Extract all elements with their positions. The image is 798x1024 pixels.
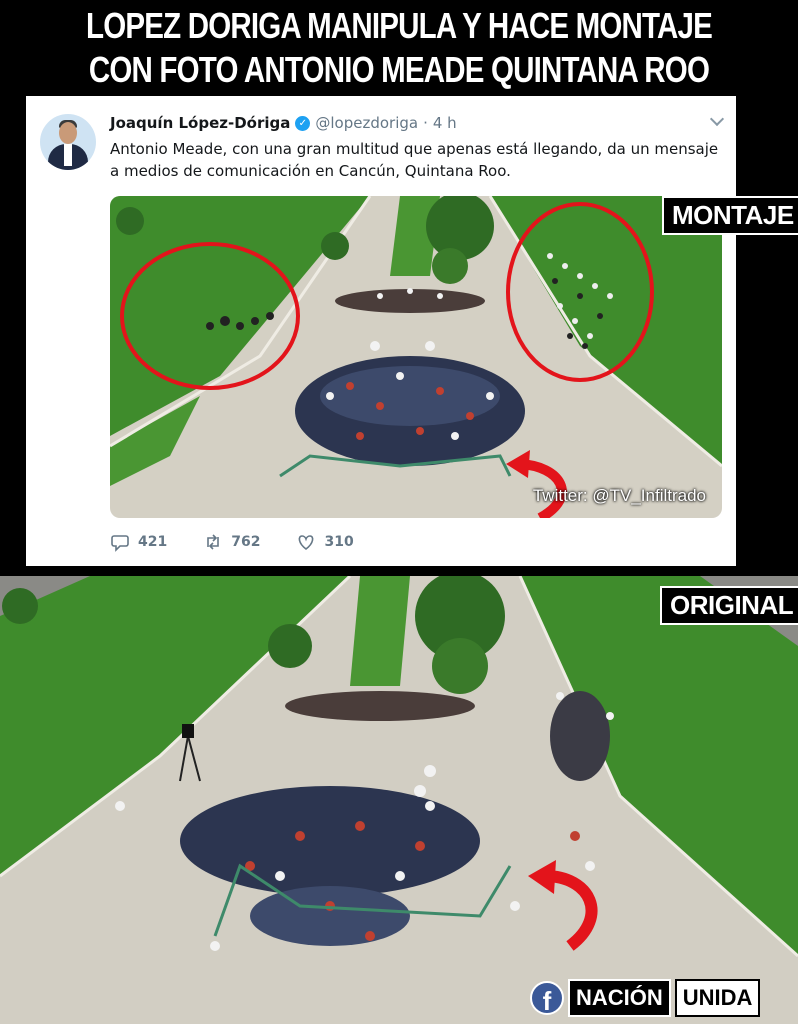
- reply-icon: [111, 535, 129, 552]
- avatar[interactable]: [40, 114, 96, 170]
- like-count: 310: [324, 534, 354, 550]
- original-photo-image: [0, 576, 798, 1024]
- tweet-text: Antonio Meade, con una gran multitud que…: [110, 140, 719, 180]
- author-name[interactable]: Joaquín López-Dóriga: [110, 114, 290, 132]
- separator-dot: ·: [423, 114, 428, 132]
- nacion-unida-logo: f NACIÓN UNIDA: [530, 979, 761, 1017]
- tweet-photo[interactable]: Twitter: @TV_Infiltrado: [110, 196, 722, 518]
- facebook-icon: f: [530, 981, 564, 1016]
- brand-part-1: NACIÓN: [568, 979, 671, 1017]
- original-photo[interactable]: [0, 576, 798, 1024]
- verified-badge-icon: ✓: [295, 115, 311, 131]
- brand-part-2: UNIDA: [674, 979, 761, 1017]
- chevron-down-icon[interactable]: [709, 111, 725, 127]
- retweet-count: 762: [231, 534, 261, 550]
- tweet-header: Joaquín López-Dóriga ✓ @lopezdoriga · 4 …: [110, 112, 457, 134]
- author-handle[interactable]: @lopezdoriga: [315, 114, 418, 132]
- retweet-action[interactable]: 762: [203, 532, 260, 552]
- headline-line-1: LOPEZ DORIGA MANIPULA Y HACE MONTAJE: [86, 5, 713, 46]
- tweet-actions: 421 762 310: [110, 532, 354, 552]
- tweet-card: Joaquín López-Dóriga ✓ @lopezdoriga · 4 …: [26, 96, 736, 566]
- headline-banner: LOPEZ DORIGA MANIPULA Y HACE MONTAJE CON…: [0, 0, 798, 96]
- photo-watermark: Twitter: @TV_Infiltrado: [532, 486, 706, 505]
- headline-line-2: CON FOTO ANTONIO MEADE QUINTANA ROO: [88, 49, 710, 90]
- tweet-timestamp[interactable]: 4 h: [433, 114, 457, 132]
- original-label: ORIGINAL: [660, 586, 798, 625]
- reply-count: 421: [138, 534, 168, 550]
- retweet-icon: [207, 534, 220, 550]
- montaje-label: MONTAJE: [662, 196, 798, 235]
- montage-photo: [110, 196, 722, 518]
- like-action[interactable]: 310: [296, 532, 354, 552]
- heart-icon: [299, 535, 314, 551]
- reply-action[interactable]: 421: [110, 532, 167, 552]
